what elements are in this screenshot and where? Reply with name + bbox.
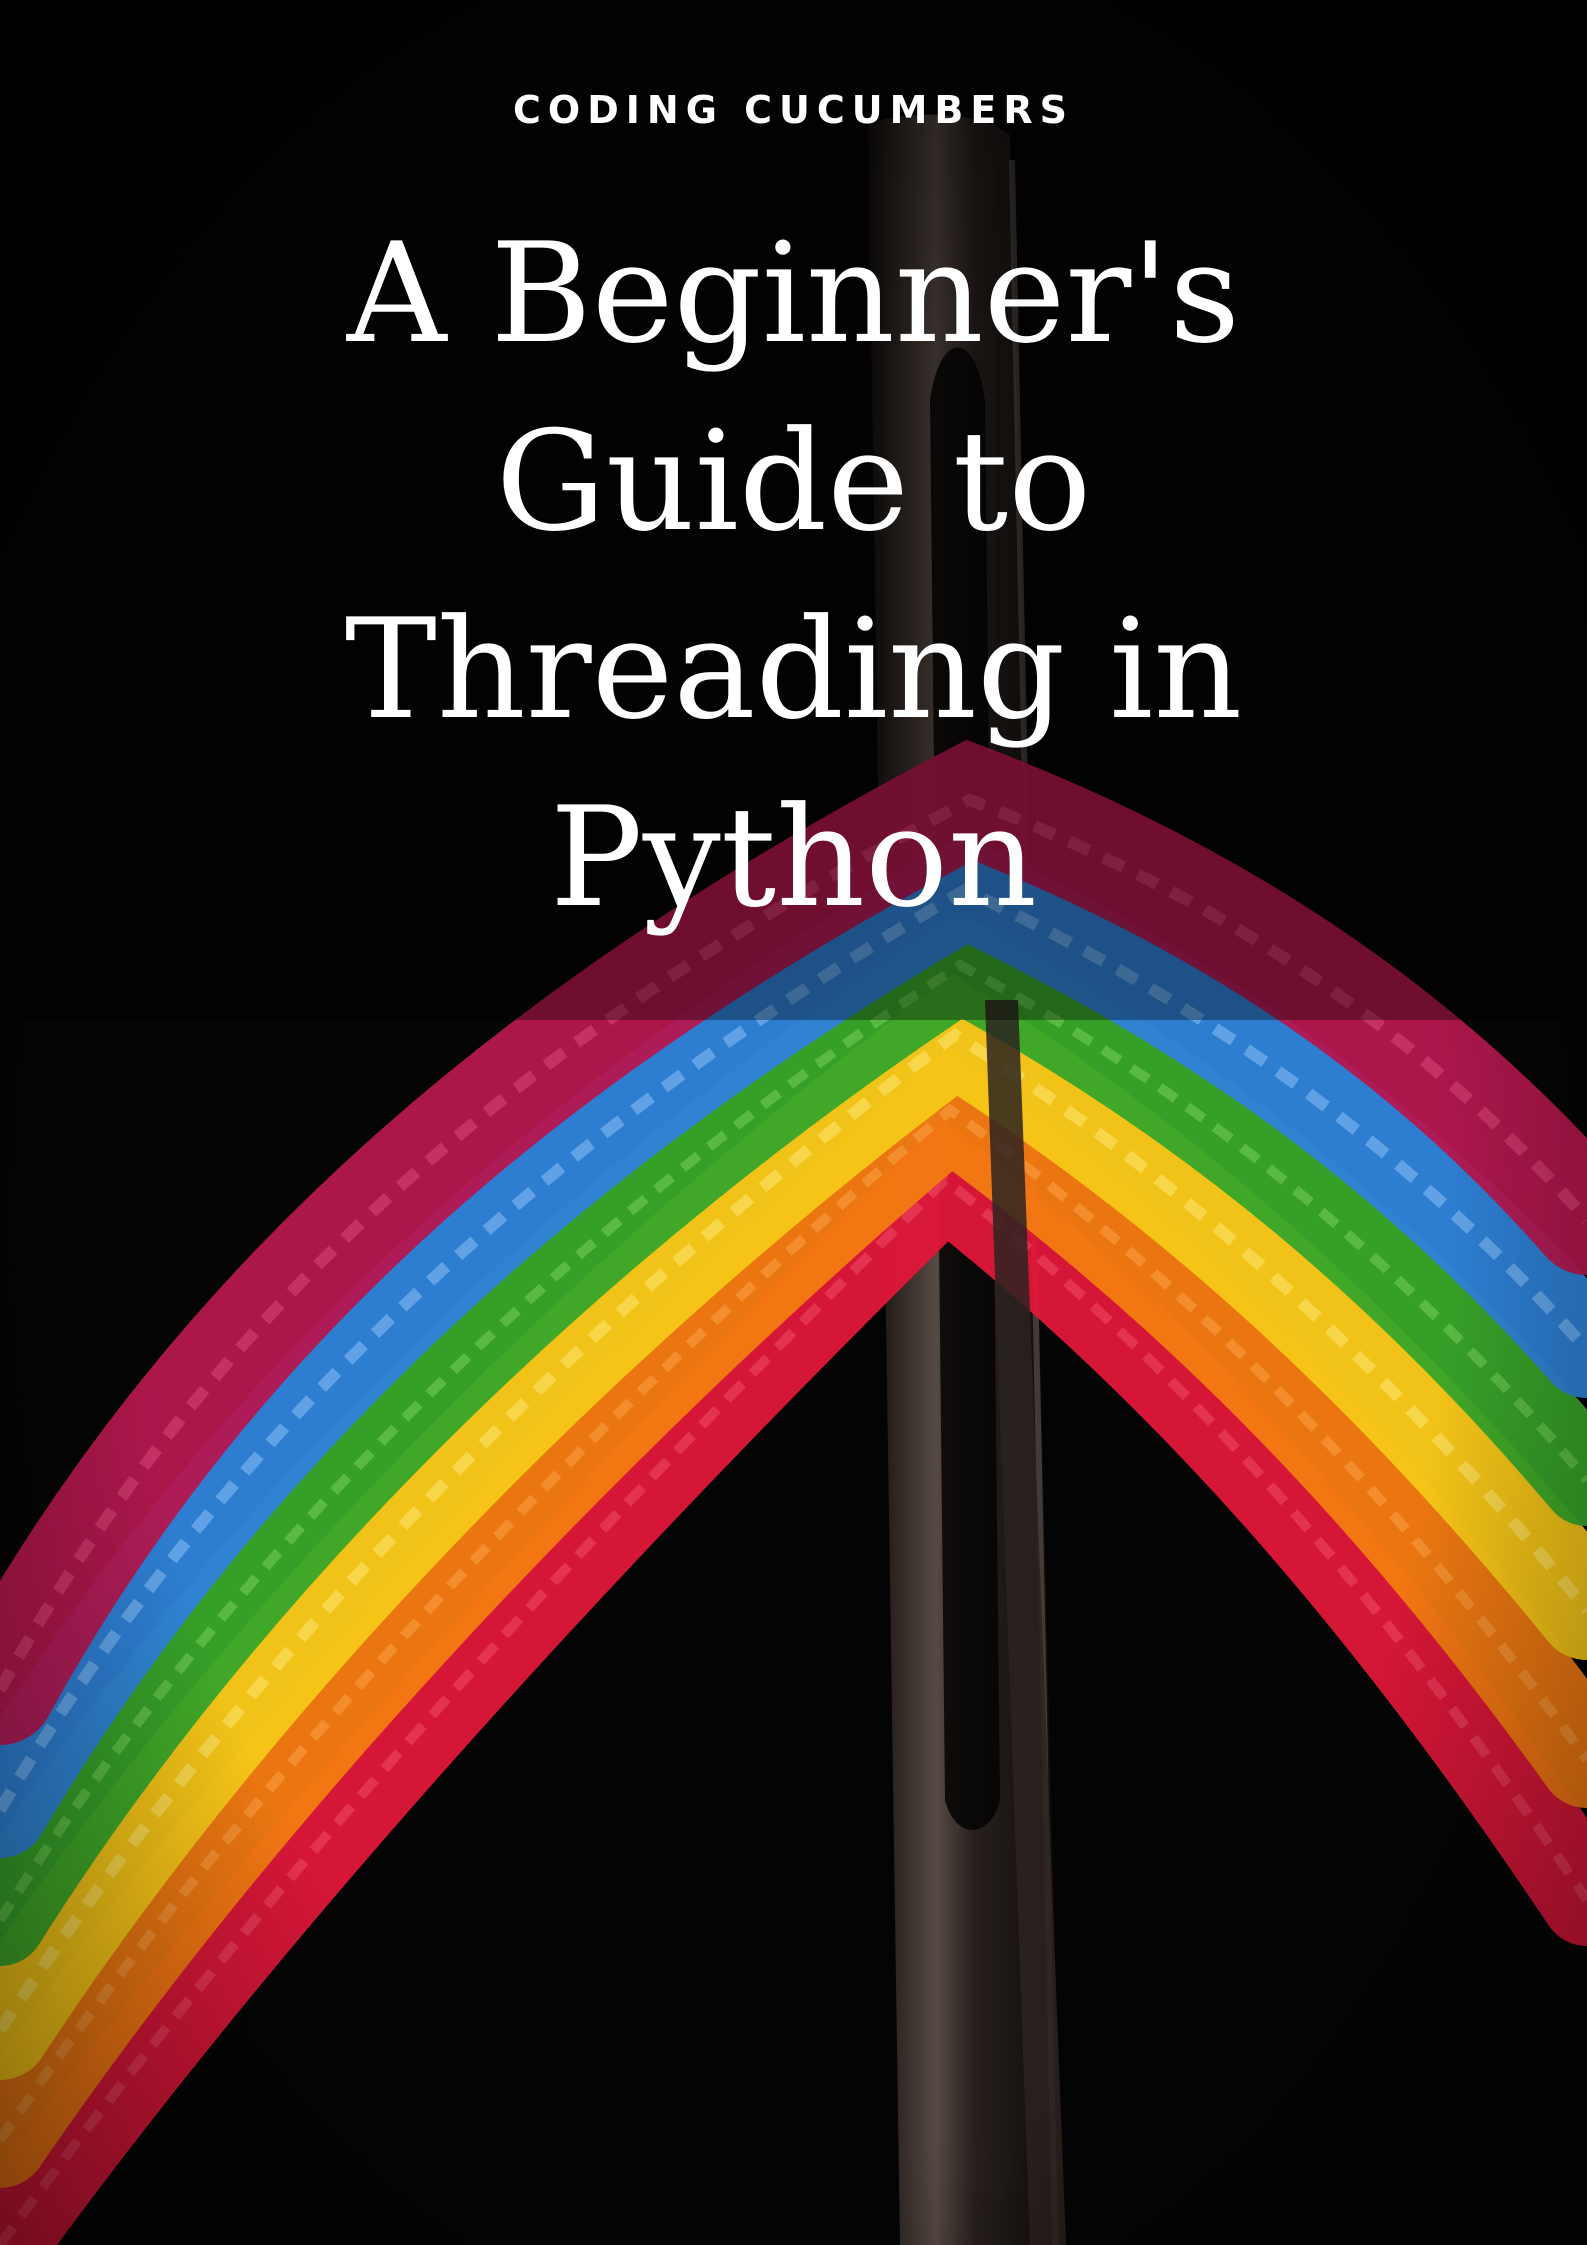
title-line-4: Python xyxy=(549,777,1038,938)
title-line-1: A Beginner's xyxy=(346,213,1241,374)
title-line-2: Guide to xyxy=(495,401,1092,562)
publisher-name: CODING CUCUMBERS xyxy=(513,88,1074,132)
title-line-3: Threading in xyxy=(344,589,1243,750)
book-title: A Beginner's Guide to Threading in Pytho… xyxy=(200,200,1387,952)
book-cover: CODING CUCUMBERS A Beginner's Guide to T… xyxy=(0,0,1587,2245)
